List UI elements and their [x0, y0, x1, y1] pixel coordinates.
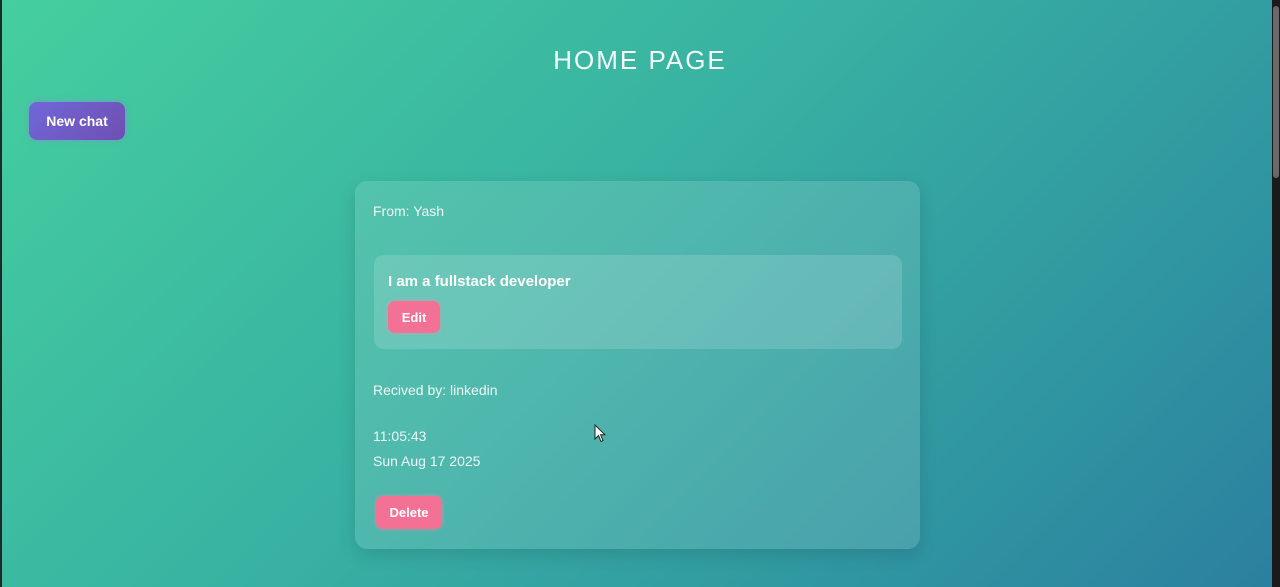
received-by-line: Recived by: linkedin	[373, 382, 498, 398]
message-content-box: I am a fullstack developer Edit	[374, 255, 902, 349]
page-title: HOME PAGE	[553, 45, 727, 76]
mouse-pointer-icon	[594, 424, 606, 443]
sender-line: From: Yash	[373, 203, 445, 219]
message-date: Sun Aug 17 2025	[373, 453, 481, 469]
delete-button[interactable]: Delete	[376, 496, 442, 529]
new-chat-button[interactable]: New chat	[29, 102, 125, 140]
message-card: From: Yash I am a fullstack developer Ed…	[355, 181, 920, 549]
scrollbar-thumb[interactable]	[1273, 6, 1279, 178]
message-text: I am a fullstack developer	[388, 273, 571, 290]
message-time: 11:05:43	[373, 428, 427, 444]
edit-button[interactable]: Edit	[388, 301, 440, 333]
window-left-edge	[0, 0, 2, 587]
page-scrollbar[interactable]	[1272, 0, 1280, 587]
